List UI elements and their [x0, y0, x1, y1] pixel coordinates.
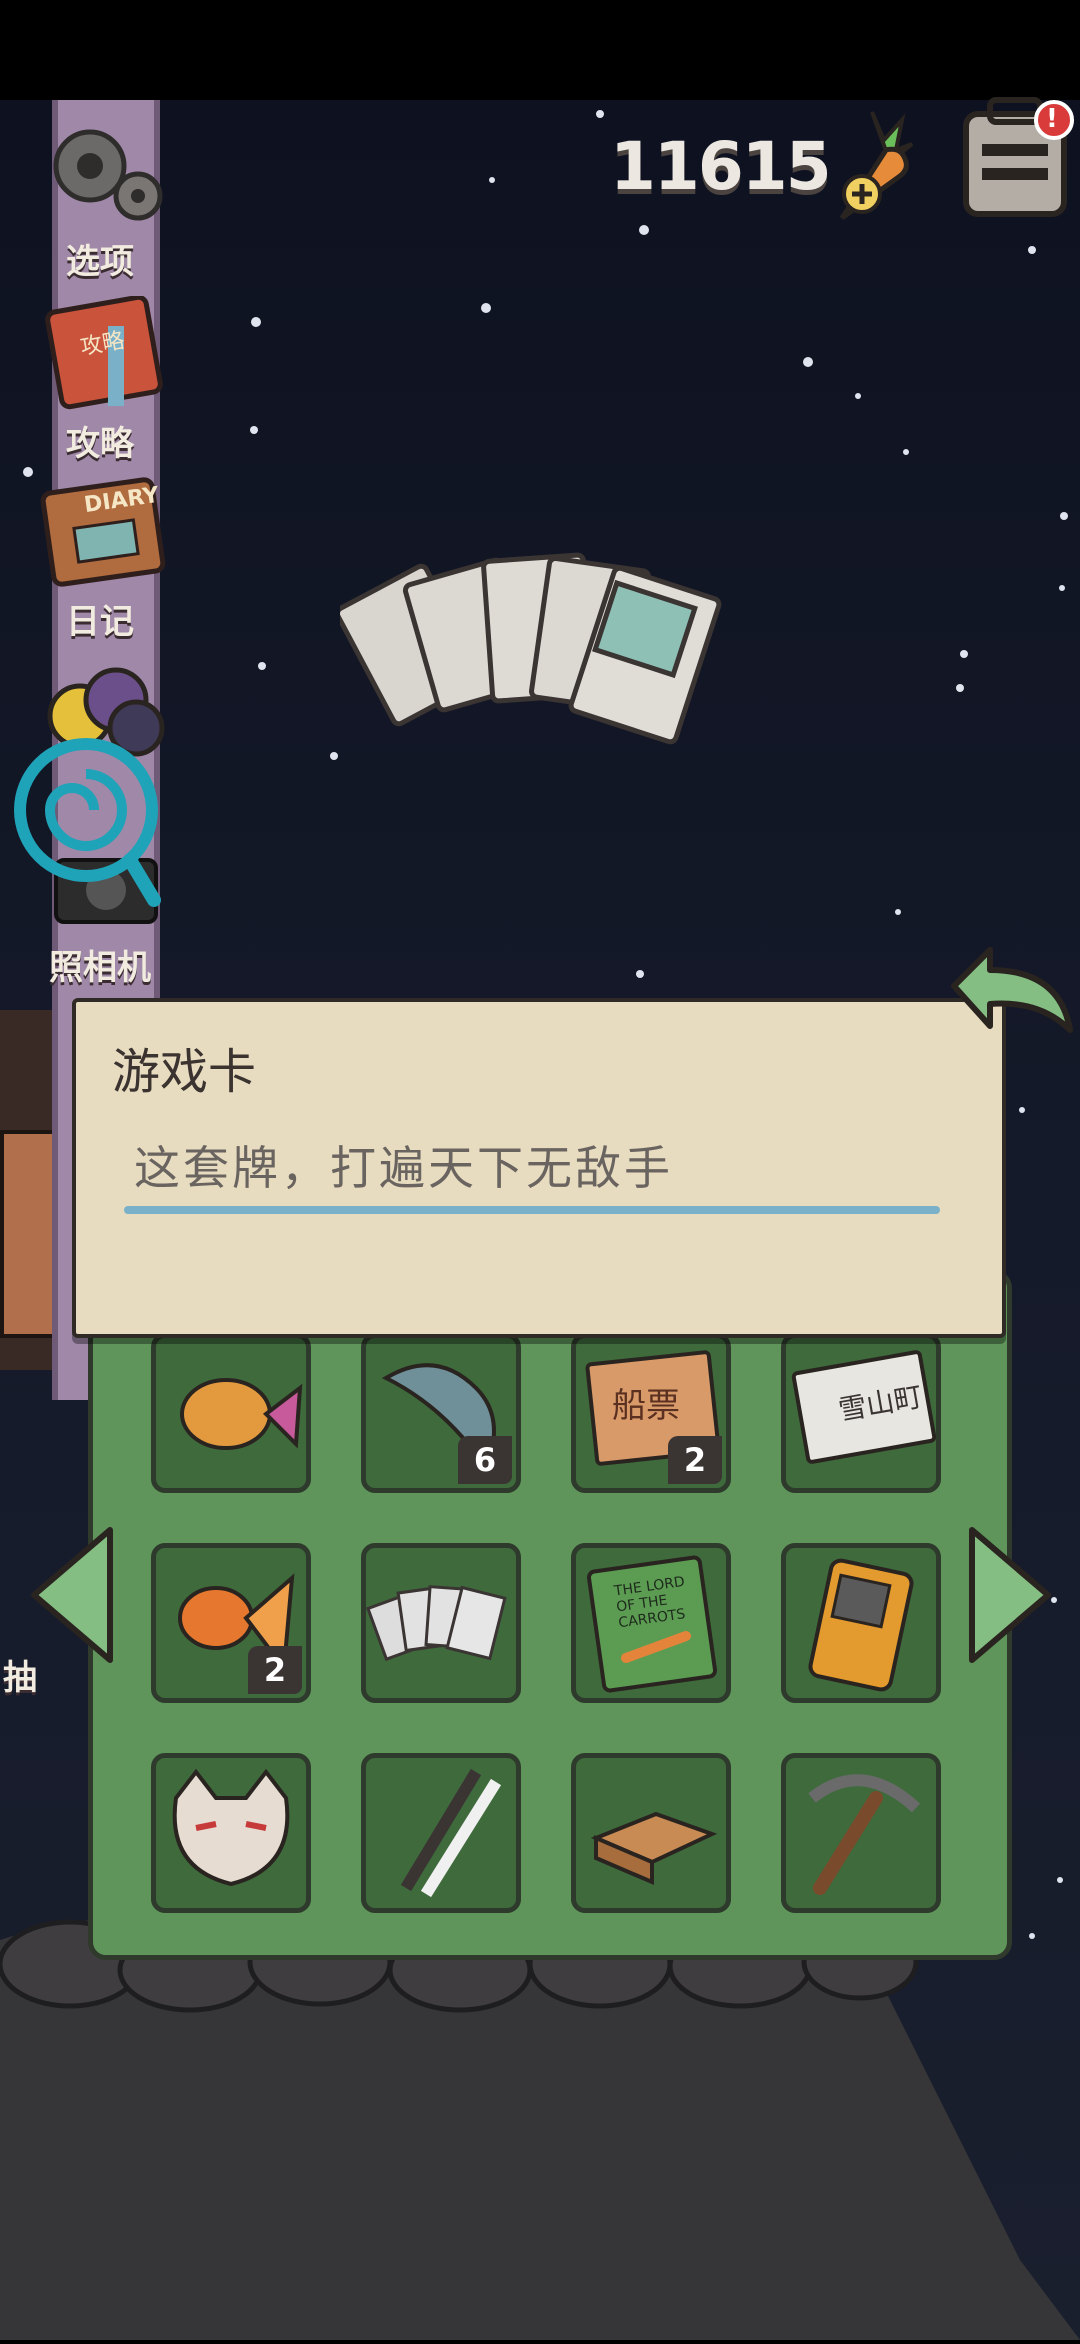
sidebar-item-diary[interactable]: DIARY 日记 — [20, 474, 180, 642]
inventory-cell-dried-fish[interactable]: 6 — [361, 1333, 521, 1493]
item-description-dialog: 游戏卡 这套牌，打遍天下无敌手 — [72, 998, 1006, 1338]
item-count: 2 — [248, 1646, 302, 1694]
sidebar-label-camera: 照相机 — [49, 948, 151, 988]
sidebar-item-guide[interactable]: 攻略 攻略 — [20, 294, 180, 464]
inventory-cell-goldfish[interactable]: 2 — [151, 1543, 311, 1703]
handheld-console-icon — [808, 1558, 914, 1692]
pickaxe-icon — [808, 1774, 921, 1895]
game-cards-icon — [366, 1585, 507, 1662]
description-underline — [124, 1206, 940, 1214]
notification-mark: ! — [1046, 104, 1058, 134]
fish-lantern-icon — [180, 1378, 303, 1450]
inventory-cell-game-cards[interactable] — [361, 1543, 521, 1703]
sidebar-label-diary: 日记 — [66, 602, 134, 642]
item-description: 这套牌，打遍天下无敌手 — [134, 1141, 673, 1195]
backpack-icon[interactable] — [950, 94, 1080, 224]
item-count: 2 — [668, 1436, 722, 1484]
game-scene: 选项 攻略 攻略 DIARY 日记 照相机 抽 11615 ! 6 船票 2 雪… — [0, 0, 1080, 2340]
item-title: 游戏卡 — [112, 1044, 257, 1100]
boat-ticket-text: 船票 — [612, 1386, 680, 1426]
inventory-cell-matchbox[interactable] — [571, 1753, 731, 1913]
item-count: 6 — [458, 1436, 512, 1484]
inventory-panel: 6 船票 2 雪山町 2 THE LORD OF THE CARROTS — [88, 1270, 1012, 1960]
inventory-cell-handheld-console[interactable] — [781, 1543, 941, 1703]
inventory-cell-ski-poles[interactable] — [361, 1753, 521, 1913]
right-arrow-icon[interactable] — [962, 1520, 1058, 1670]
matchbox-icon — [590, 1811, 718, 1886]
sidebar-label-options: 选项 — [66, 242, 134, 282]
inventory-cell-cat-mask[interactable] — [151, 1753, 311, 1913]
sidebar-item-options[interactable]: 选项 — [20, 118, 180, 282]
cat-mask-icon — [172, 1768, 290, 1887]
back-arrow-icon[interactable] — [940, 940, 1076, 1050]
inventory-cell-fish-lantern[interactable] — [151, 1333, 311, 1493]
inventory-cell-carrot-book[interactable]: THE LORD OF THE CARROTS — [571, 1543, 731, 1703]
tap-hint-icon — [14, 738, 161, 907]
rocky-cliff — [0, 1917, 1080, 2340]
featured-item-game-cards — [340, 552, 722, 745]
inventory-cell-boat-ticket[interactable]: 船票 2 — [571, 1333, 731, 1493]
inventory-cell-snow-ticket[interactable]: 雪山町 — [781, 1333, 941, 1493]
inventory-cell-pickaxe[interactable] — [781, 1753, 941, 1913]
ski-poles-icon — [400, 1768, 502, 1898]
carrot-counter: 11615 — [610, 128, 832, 205]
left-arrow-icon[interactable] — [24, 1520, 120, 1670]
sidebar-label-guide: 攻略 — [66, 424, 134, 464]
gear-icon — [53, 129, 163, 221]
status-bar — [0, 0, 1080, 100]
carrot-plus-icon[interactable] — [812, 100, 922, 230]
